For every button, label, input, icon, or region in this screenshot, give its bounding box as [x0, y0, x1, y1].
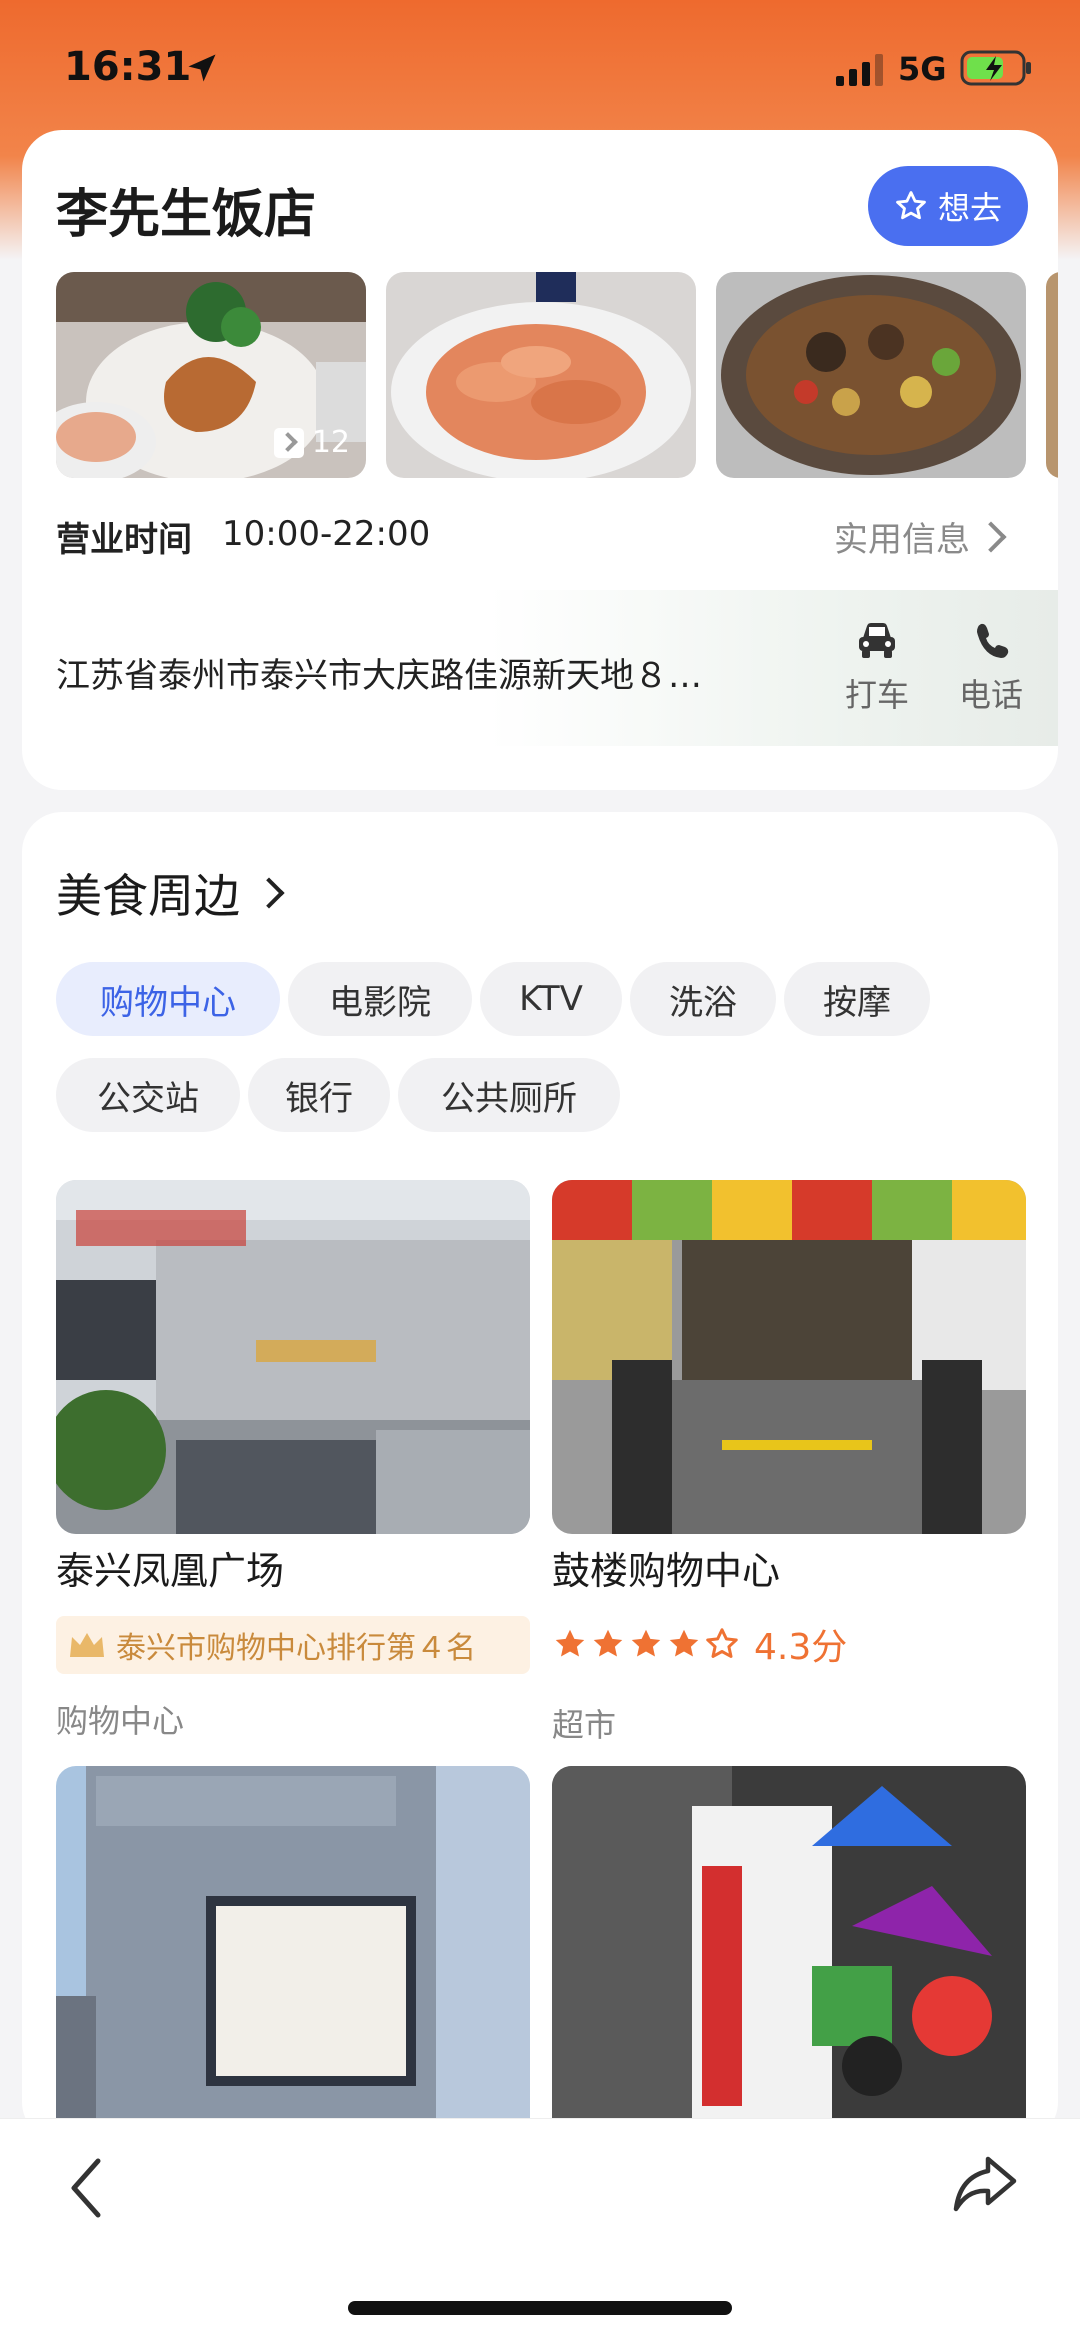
chip-massage[interactable]: 按摩 — [784, 962, 930, 1036]
star-filled-icon — [593, 1629, 623, 1657]
back-icon[interactable] — [64, 2153, 108, 2223]
place-2-image[interactable] — [552, 1180, 1026, 1534]
want-to-go-label: 想去 — [937, 189, 1002, 227]
photo-count-text: 12 — [311, 425, 350, 460]
place-4-image[interactable] — [552, 1766, 1026, 2118]
share-icon[interactable] — [950, 2149, 1020, 2219]
chip-cinema[interactable]: 电影院 — [288, 962, 472, 1036]
shop-address[interactable]: 江苏省泰州市泰兴市大庆路佳源新天地８… — [56, 648, 776, 697]
star-filled-icon — [555, 1629, 585, 1657]
status-time: 16:31 — [64, 44, 192, 90]
phone-icon — [977, 623, 1009, 658]
practical-info-label: 实用信息 — [834, 520, 970, 560]
nearby-card: 美食周边 购物中心 电影院 KTV 洗浴 按摩 公交站 银行 公共厕所 泰兴凤凰… — [22, 812, 1058, 2142]
location-arrow-icon — [188, 54, 216, 82]
place-1-name[interactable]: 泰兴凤凰广场 — [56, 1540, 284, 1595]
nearby-section-title[interactable]: 美食周边 — [56, 860, 285, 926]
nearby-title-text: 美食周边 — [56, 869, 240, 923]
chevron-right-icon — [975, 520, 1007, 553]
status-bar: 16:31 5G — [0, 0, 1080, 130]
battery-icon — [960, 50, 1031, 86]
phone-button[interactable]: 电话 — [946, 620, 1036, 716]
star-outline-icon — [706, 1628, 738, 1658]
photo-icon — [273, 427, 304, 458]
place-2-rating: 4.3分 — [552, 1618, 847, 1670]
signal-icon — [836, 54, 883, 86]
chip-bath[interactable]: 洗浴 — [630, 962, 776, 1036]
place-1-rank-text: 泰兴市购物中心排行第４名 — [116, 1631, 476, 1666]
hours-value: 10:00-22:00 — [222, 514, 431, 554]
chip-public-toilet[interactable]: 公共厕所 — [398, 1058, 620, 1132]
place-2-name[interactable]: 鼓楼购物中心 — [552, 1540, 780, 1595]
chip-bus-stop[interactable]: 公交站 — [56, 1058, 240, 1132]
place-2-category: 超市 — [552, 1706, 617, 1744]
place-2-score: 4.3分 — [754, 1627, 848, 1668]
taxi-button[interactable]: 打车 — [832, 620, 922, 716]
home-indicator — [348, 2301, 732, 2315]
place-3-image[interactable] — [56, 1766, 530, 2118]
bottom-bar — [0, 2118, 1080, 2337]
star-filled-icon — [669, 1629, 699, 1657]
chip-shopping-center[interactable]: 购物中心 — [56, 962, 280, 1036]
star-outline-icon — [896, 191, 926, 220]
place-1-rank-badge[interactable]: 泰兴市购物中心排行第４名 — [56, 1616, 530, 1674]
place-1-category: 购物中心 — [56, 1702, 185, 1740]
partial-photo-image — [1046, 272, 1058, 478]
shop-photo-4-partial[interactable] — [1046, 272, 1058, 478]
shop-photo-2[interactable] — [386, 272, 696, 478]
hours-label: 营业时间 — [56, 520, 192, 560]
shop-photo-1[interactable]: 12 — [56, 272, 366, 478]
toy-blocks-image — [552, 1766, 1026, 2118]
shop-name: 李先生饭店 — [56, 185, 317, 245]
car-icon — [859, 623, 895, 658]
mall-building-image — [56, 1180, 530, 1534]
shop-photo-3[interactable] — [716, 272, 1026, 478]
star-filled-icon — [631, 1629, 661, 1657]
plaza-building-image — [56, 1766, 530, 2118]
photo-count: 12 — [273, 425, 350, 460]
want-to-go-button[interactable]: 想去 — [868, 166, 1028, 246]
phone-label: 电话 — [958, 676, 1023, 714]
practical-info-link[interactable]: 实用信息 — [834, 512, 1007, 561]
crown-icon — [70, 1633, 104, 1657]
taxi-label: 打车 — [844, 676, 909, 714]
shop-card: 李先生饭店 想去 12 营业时间 10:00-22:00 实用信息 江苏省泰州市… — [22, 130, 1058, 790]
shrimp-photo-image — [386, 272, 696, 478]
chip-ktv[interactable]: KTV — [480, 962, 622, 1036]
place-1-image[interactable] — [56, 1180, 530, 1534]
chip-bank[interactable]: 银行 — [248, 1058, 390, 1132]
escalator-image — [552, 1180, 1026, 1534]
stew-photo-image — [716, 272, 1026, 478]
chevron-right-icon — [253, 877, 285, 909]
network-type: 5G — [898, 50, 947, 88]
